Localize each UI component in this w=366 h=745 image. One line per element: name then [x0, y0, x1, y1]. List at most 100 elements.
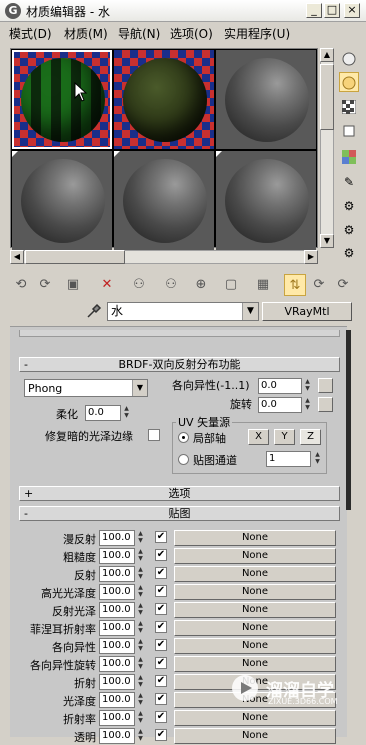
map-slot-button[interactable]: None: [174, 566, 336, 582]
video-color-check-icon[interactable]: [339, 146, 359, 166]
rollout-header-brdf[interactable]: - BRDF-双向反射分布功能: [19, 357, 340, 372]
maximize-button[interactable]: □: [324, 3, 340, 18]
anisotropy-spinner[interactable]: ▲ ▼: [303, 378, 312, 394]
map-enable-checkbox[interactable]: ✔: [155, 693, 167, 705]
map-amount-input[interactable]: 100.0: [99, 620, 135, 636]
go-to-parent-icon[interactable]: ⇅: [284, 274, 306, 296]
map-slot-button[interactable]: None: [174, 530, 336, 546]
axis-z-button[interactable]: Z: [300, 429, 321, 445]
map-channel-spinner[interactable]: ▲ ▼: [313, 451, 322, 467]
rollout-header-options[interactable]: + 选项: [19, 486, 340, 501]
map-amount-spinner[interactable]: ▲ ▼: [136, 692, 145, 708]
map-enable-checkbox[interactable]: ✔: [155, 657, 167, 669]
map-enable-checkbox[interactable]: ✔: [155, 603, 167, 615]
map-amount-input[interactable]: 100.0: [99, 566, 135, 582]
options-icon[interactable]: ⚙: [339, 196, 359, 216]
map-enable-checkbox[interactable]: ✔: [155, 549, 167, 561]
sample-slot-1[interactable]: [12, 50, 112, 149]
material-name-input[interactable]: 水: [107, 302, 259, 321]
map-slot-button[interactable]: None: [174, 620, 336, 636]
map-enable-checkbox[interactable]: ✔: [155, 567, 167, 579]
map-amount-input[interactable]: 100.0: [99, 728, 135, 744]
material-id-channel-icon[interactable]: ⊕: [190, 274, 212, 296]
make-unique-icon[interactable]: ⚇: [128, 274, 150, 296]
map-enable-checkbox[interactable]: ✔: [155, 729, 167, 741]
map-slot-button[interactable]: None: [174, 728, 336, 744]
material-map-navigator-icon[interactable]: ⚙: [339, 243, 359, 263]
make-preview-icon[interactable]: ✎: [339, 172, 359, 192]
sample-slot-4[interactable]: [12, 151, 112, 250]
scroll-thumb[interactable]: [320, 64, 334, 130]
axis-x-button[interactable]: X: [248, 429, 269, 445]
map-slot-button[interactable]: None: [174, 584, 336, 600]
reset-map-icon[interactable]: ✕: [96, 274, 118, 296]
map-amount-spinner[interactable]: ▲ ▼: [136, 566, 145, 582]
backlight-icon[interactable]: [339, 72, 359, 92]
map-amount-spinner[interactable]: ▲ ▼: [136, 584, 145, 600]
scroll-left-icon[interactable]: ◀: [10, 250, 24, 264]
slots-vertical-scrollbar[interactable]: ▲ ▼: [320, 48, 334, 248]
map-amount-spinner[interactable]: ▲ ▼: [136, 602, 145, 618]
sample-slot-3[interactable]: [216, 50, 316, 149]
material-name-dropdown-icon[interactable]: ▼: [242, 303, 258, 320]
map-amount-input[interactable]: 100.0: [99, 530, 135, 546]
map-amount-input[interactable]: 100.0: [99, 692, 135, 708]
map-slot-button[interactable]: None: [174, 638, 336, 654]
select-by-material-icon[interactable]: ⚙: [339, 220, 359, 240]
map-amount-spinner[interactable]: ▲ ▼: [136, 638, 145, 654]
menu-utilities[interactable]: 实用程序(U): [224, 25, 290, 42]
map-amount-spinner[interactable]: ▲ ▼: [136, 620, 145, 636]
anisotropy-input[interactable]: 0.0: [258, 378, 302, 394]
map-amount-spinner[interactable]: ▲ ▼: [136, 530, 145, 546]
map-amount-spinner[interactable]: ▲ ▼: [136, 728, 145, 744]
rotation-input[interactable]: 0.0: [258, 397, 302, 413]
map-amount-spinner[interactable]: ▲ ▼: [136, 710, 145, 726]
map-slot-button[interactable]: None: [174, 602, 336, 618]
panel-scrollbar[interactable]: [346, 330, 351, 510]
material-type-button[interactable]: VRayMtl: [262, 302, 352, 321]
menu-options[interactable]: 选项(O): [170, 25, 213, 42]
map-enable-checkbox[interactable]: ✔: [155, 675, 167, 687]
close-button[interactable]: ×: [344, 3, 360, 18]
rotation-map-button[interactable]: [318, 397, 333, 412]
anisotropy-map-button[interactable]: [318, 378, 333, 393]
sample-type-sphere-icon[interactable]: [339, 48, 359, 68]
scroll-up-icon[interactable]: ▲: [320, 48, 334, 62]
sample-uv-tiling-icon[interactable]: [339, 120, 359, 140]
map-amount-input[interactable]: 100.0: [99, 674, 135, 690]
map-slot-button[interactable]: None: [174, 710, 336, 726]
menu-mode[interactable]: 模式(D): [9, 25, 52, 42]
scroll-thumb[interactable]: [25, 250, 125, 264]
get-material-icon[interactable]: ⟲: [10, 274, 32, 296]
map-amount-input[interactable]: 100.0: [99, 710, 135, 726]
sample-slot-2[interactable]: [114, 50, 214, 149]
map-enable-checkbox[interactable]: ✔: [155, 711, 167, 723]
fix-dark-edges-checkbox[interactable]: [148, 429, 160, 441]
map-amount-input[interactable]: 100.0: [99, 602, 135, 618]
map-enable-checkbox[interactable]: ✔: [155, 585, 167, 597]
map-enable-checkbox[interactable]: ✔: [155, 639, 167, 651]
assign-material-icon[interactable]: ▣: [62, 274, 84, 296]
brdf-type-select[interactable]: Phong ▼: [24, 379, 148, 397]
show-end-result-icon[interactable]: ▦: [252, 274, 274, 296]
minimize-button[interactable]: _: [306, 3, 322, 18]
menu-material[interactable]: 材质(M): [64, 25, 108, 42]
map-channel-input[interactable]: 1: [266, 451, 311, 467]
soften-input[interactable]: 0.0: [85, 405, 121, 421]
sample-slot-6[interactable]: [216, 151, 316, 250]
map-amount-input[interactable]: 100.0: [99, 638, 135, 654]
map-channel-radio[interactable]: [178, 454, 189, 465]
map-slot-button[interactable]: None: [174, 548, 336, 564]
map-amount-spinner[interactable]: ▲ ▼: [136, 674, 145, 690]
scroll-right-icon[interactable]: ▶: [304, 250, 318, 264]
rollout-header-maps[interactable]: - 贴图: [19, 506, 340, 521]
show-map-in-viewport-icon[interactable]: ▢: [220, 274, 242, 296]
map-slot-button[interactable]: None: [174, 656, 336, 672]
map-amount-input[interactable]: 100.0: [99, 656, 135, 672]
map-amount-spinner[interactable]: ▲ ▼: [136, 548, 145, 564]
map-enable-checkbox[interactable]: ✔: [155, 531, 167, 543]
scroll-down-icon[interactable]: ▼: [320, 234, 334, 248]
map-amount-input[interactable]: 100.0: [99, 584, 135, 600]
go-forward-sibling-icon[interactable]: ⟳: [308, 274, 330, 296]
pick-material-icon[interactable]: ⟳: [332, 274, 354, 296]
